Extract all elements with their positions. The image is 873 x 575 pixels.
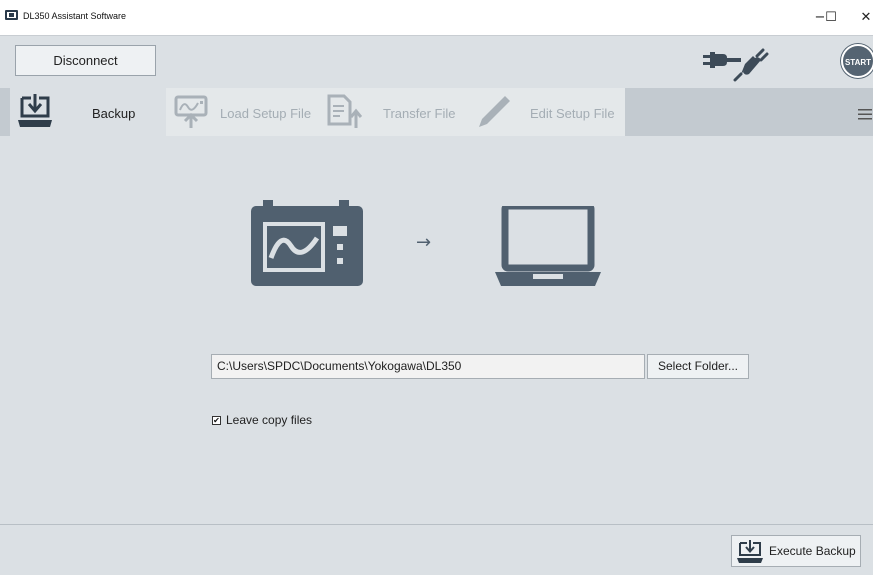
cable-icon [733, 48, 769, 82]
folder-path-field[interactable]: C:\Users\SPDC\Documents\Yokogawa\DL350 [211, 354, 645, 379]
app-icon [5, 10, 18, 20]
tab-edit-setup-file-label: Edit Setup File [530, 106, 615, 121]
edit-pencil-icon [479, 96, 510, 127]
backup-icon [18, 94, 52, 127]
tab-edit-setup-file[interactable]: Edit Setup File [467, 88, 625, 136]
footer-bar: Execute Backup [0, 524, 873, 575]
execute-backup-label: Execute Backup [769, 544, 856, 558]
toolbar: Disconnect START [0, 36, 873, 88]
tab-transfer-file[interactable]: Transfer File [318, 88, 467, 136]
leave-copy-label[interactable]: Leave copy files [226, 413, 312, 427]
disconnect-button[interactable]: Disconnect [15, 45, 156, 76]
start-button[interactable]: START [841, 44, 873, 78]
tab-backup[interactable]: Backup [10, 88, 166, 136]
transfer-file-icon [327, 94, 362, 128]
backup-panel: → C:\Users\SPDC\Documents\Yokogawa\DL350… [0, 136, 873, 524]
laptop-icon [495, 206, 601, 286]
load-setup-icon [174, 95, 208, 128]
tab-backup-label: Backup [92, 106, 136, 121]
execute-backup-button[interactable]: Execute Backup [731, 535, 861, 567]
recorder-device-icon [251, 200, 363, 286]
backup-icon [737, 540, 763, 563]
maximize-button[interactable]: ☐ [813, 0, 849, 36]
tab-bar: Backup Load Setup File Transfer File Edi… [0, 88, 873, 136]
direction-arrow: → [416, 232, 432, 253]
select-folder-button[interactable]: Select Folder... [647, 354, 749, 379]
menu-icon[interactable] [858, 108, 872, 120]
leave-copy-checkbox[interactable]: ✔ [212, 416, 221, 425]
close-button[interactable]: ✕ [848, 0, 873, 36]
title-bar: DL350 Assistant Software − ☐ ✕ [0, 0, 873, 36]
tab-load-setup-file-label: Load Setup File [220, 106, 312, 121]
tab-transfer-file-label: Transfer File [383, 106, 456, 121]
tab-load-setup-file[interactable]: Load Setup File [166, 88, 318, 136]
window-title: DL350 Assistant Software [23, 11, 127, 21]
